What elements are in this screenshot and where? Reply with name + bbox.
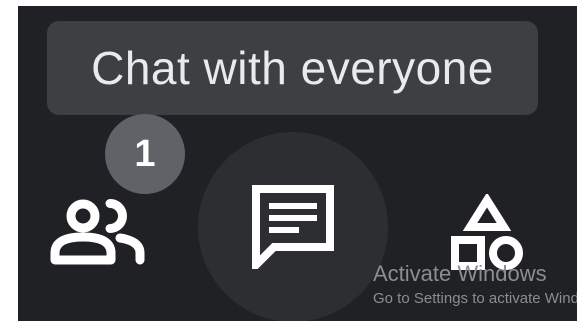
watermark-subtitle: Go to Settings to activate Windows. (373, 290, 577, 307)
chat-tooltip: Chat with everyone (47, 21, 538, 115)
activate-windows-watermark: Activate Windows Go to Settings to activ… (373, 261, 577, 309)
chat-icon (252, 185, 334, 269)
watermark-title: Activate Windows (373, 261, 547, 286)
tooltip-text: Chat with everyone (91, 42, 494, 94)
people-button[interactable] (44, 184, 154, 284)
badge-count: 1 (134, 132, 156, 175)
people-icon (50, 199, 145, 265)
participant-count-badge: 1 (105, 114, 185, 194)
meeting-toolbar: Chat with everyone 1 Activate Windows Go… (18, 6, 577, 321)
chat-button[interactable] (198, 132, 388, 321)
